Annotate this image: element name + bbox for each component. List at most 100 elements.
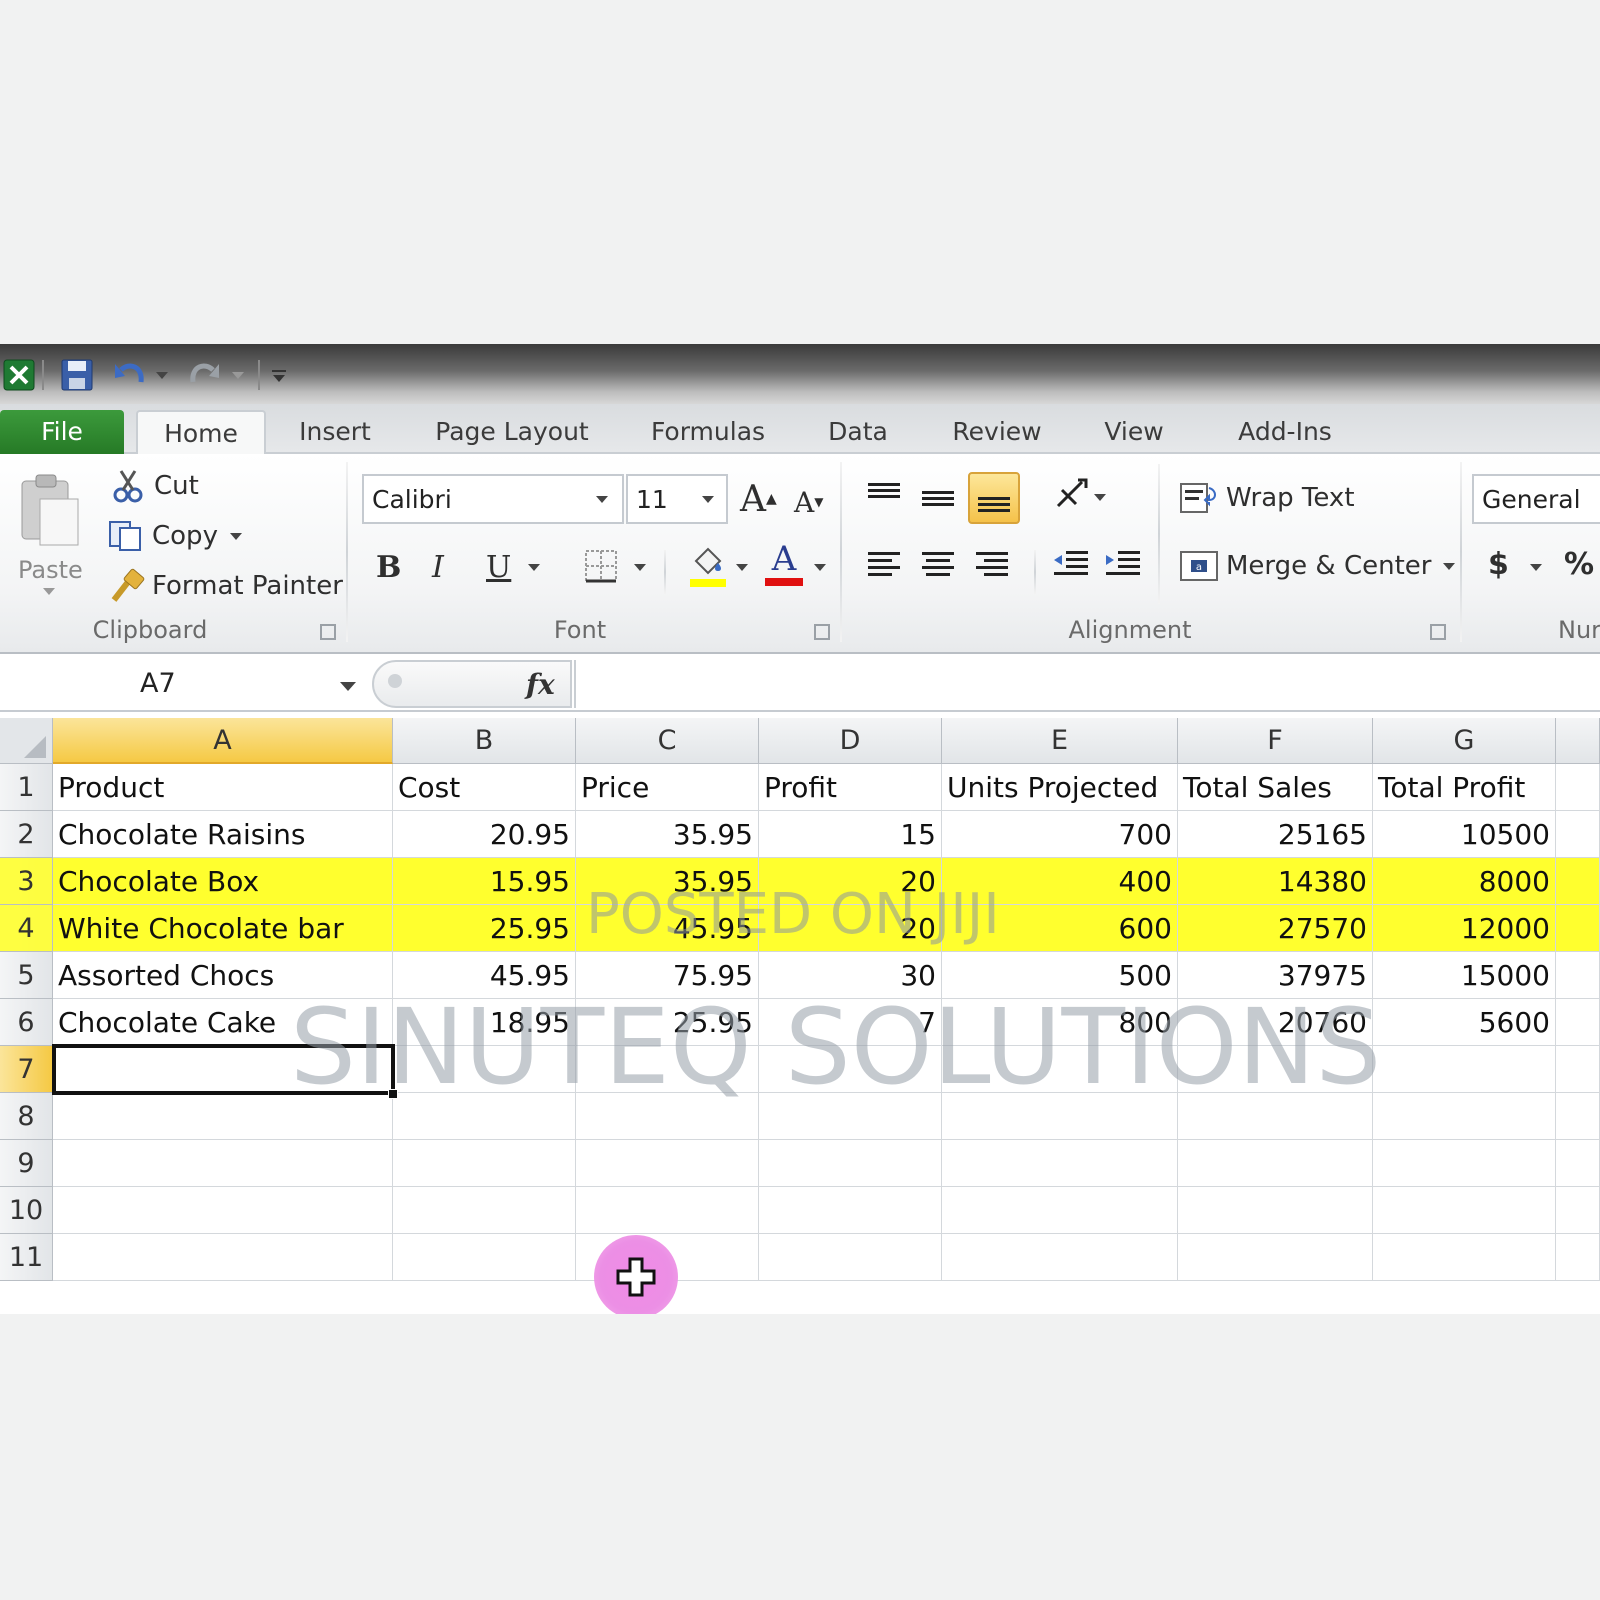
merge-center-button[interactable]: a Merge & Center [1178,544,1456,588]
cell-c7[interactable] [576,1046,759,1093]
cell-a9[interactable] [53,1140,393,1187]
cell-e5[interactable]: 500 [942,952,1178,999]
cell-d5[interactable]: 30 [759,952,942,999]
column-header-h[interactable] [1556,718,1600,764]
column-header-f[interactable]: F [1178,718,1373,764]
cell-b10[interactable] [393,1187,576,1234]
tab-home[interactable]: Home [136,410,266,456]
increase-indent-button[interactable] [1104,548,1144,584]
cell-f1[interactable]: Total Sales [1178,764,1373,811]
cell-c10[interactable] [576,1187,759,1234]
cell-h10[interactable] [1556,1187,1600,1234]
cell-g11[interactable] [1373,1234,1556,1281]
tab-view[interactable]: View [1096,410,1172,454]
cell-e3[interactable]: 400 [942,858,1178,905]
cell-a7[interactable] [53,1046,393,1093]
row-header-5[interactable]: 5 [0,952,53,999]
alignment-launcher-icon[interactable] [1430,624,1446,640]
row-header-7[interactable]: 7 [0,1046,53,1093]
column-header-g[interactable]: G [1373,718,1556,764]
cell-d6[interactable]: 7 [759,999,942,1046]
cell-h5[interactable] [1556,952,1600,999]
cell-b8[interactable] [393,1093,576,1140]
cell-f3[interactable]: 14380 [1178,858,1373,905]
borders-button[interactable] [584,546,620,586]
wrap-text-button[interactable]: Wrap Text [1178,476,1355,520]
middle-align-button[interactable] [920,480,960,516]
tab-add-ins[interactable]: Add-Ins [1220,410,1350,454]
cell-c8[interactable] [576,1093,759,1140]
cell-d8[interactable] [759,1093,942,1140]
redo-dropdown-icon[interactable] [228,358,248,392]
cell-b7[interactable] [393,1046,576,1093]
cell-a1[interactable]: Product [53,764,393,811]
copy-dropdown-icon[interactable] [229,532,242,540]
bold-button[interactable]: B [376,544,408,590]
cell-f8[interactable] [1178,1093,1373,1140]
cell-f10[interactable] [1178,1187,1373,1234]
column-header-b[interactable]: B [393,718,576,764]
cell-f6[interactable]: 20760 [1178,999,1373,1046]
cell-f9[interactable] [1178,1140,1373,1187]
paste-button[interactable] [14,470,86,550]
column-header-d[interactable]: D [759,718,942,764]
cell-a3[interactable]: Chocolate Box [53,858,393,905]
cell-b3[interactable]: 15.95 [393,858,576,905]
cell-a4[interactable]: White Chocolate bar [53,905,393,952]
fill-color-button[interactable] [688,542,728,590]
cell-g1[interactable]: Total Profit [1373,764,1556,811]
cell-a11[interactable] [53,1234,393,1281]
cell-h2[interactable] [1556,811,1600,858]
shrink-font-button[interactable]: A ▼ [794,482,830,522]
cell-b2[interactable]: 20.95 [393,811,576,858]
cell-d3[interactable]: 20 [759,858,942,905]
cell-f4[interactable]: 27570 [1178,905,1373,952]
customize-qat-icon[interactable] [266,358,292,392]
row-header-2[interactable]: 2 [0,811,53,858]
cell-a2[interactable]: Chocolate Raisins [53,811,393,858]
font-size-dropdown-icon[interactable] [702,496,714,503]
cell-c1[interactable]: Price [576,764,759,811]
cell-h8[interactable] [1556,1093,1600,1140]
undo-dropdown-icon[interactable] [152,358,172,392]
redo-icon[interactable] [186,358,222,392]
tab-page-layout[interactable]: Page Layout [428,410,596,454]
cell-f11[interactable] [1178,1234,1373,1281]
number-format-select[interactable]: General [1472,474,1600,524]
row-header-1[interactable]: 1 [0,764,53,811]
cell-h1[interactable] [1556,764,1600,811]
cell-e2[interactable]: 700 [942,811,1178,858]
cell-e1[interactable]: Units Projected [942,764,1178,811]
tab-file[interactable]: File [0,410,124,454]
cut-button[interactable]: Cut [110,464,199,508]
fill-handle[interactable] [388,1089,398,1099]
cell-b6[interactable]: 18.95 [393,999,576,1046]
undo-icon[interactable] [112,358,148,392]
cell-f5[interactable]: 37975 [1178,952,1373,999]
cell-e8[interactable] [942,1093,1178,1140]
format-painter-button[interactable]: Format Painter [108,564,343,608]
cell-d2[interactable]: 15 [759,811,942,858]
column-header-a[interactable]: A [53,718,393,764]
row-header-6[interactable]: 6 [0,999,53,1046]
cell-g4[interactable]: 12000 [1373,905,1556,952]
cell-d4[interactable]: 20 [759,905,942,952]
italic-button[interactable]: I [432,544,462,590]
formula-input[interactable] [574,660,1600,708]
align-right-button[interactable] [974,548,1014,584]
row-header-10[interactable]: 10 [0,1187,53,1234]
underline-dropdown-icon[interactable] [528,560,542,574]
cell-f2[interactable]: 25165 [1178,811,1373,858]
percent-button[interactable]: % [1564,542,1598,586]
row-header-11[interactable]: 11 [0,1234,53,1281]
cell-b5[interactable]: 45.95 [393,952,576,999]
cell-g5[interactable]: 15000 [1373,952,1556,999]
cell-a8[interactable] [53,1093,393,1140]
font-name-dropdown-icon[interactable] [596,496,608,503]
cell-g8[interactable] [1373,1093,1556,1140]
insert-function-icon[interactable]: fx [526,668,555,701]
grow-font-button[interactable]: A ▲ [740,476,780,522]
cell-g3[interactable]: 8000 [1373,858,1556,905]
orientation-dropdown-icon[interactable] [1094,490,1108,504]
cell-h6[interactable] [1556,999,1600,1046]
